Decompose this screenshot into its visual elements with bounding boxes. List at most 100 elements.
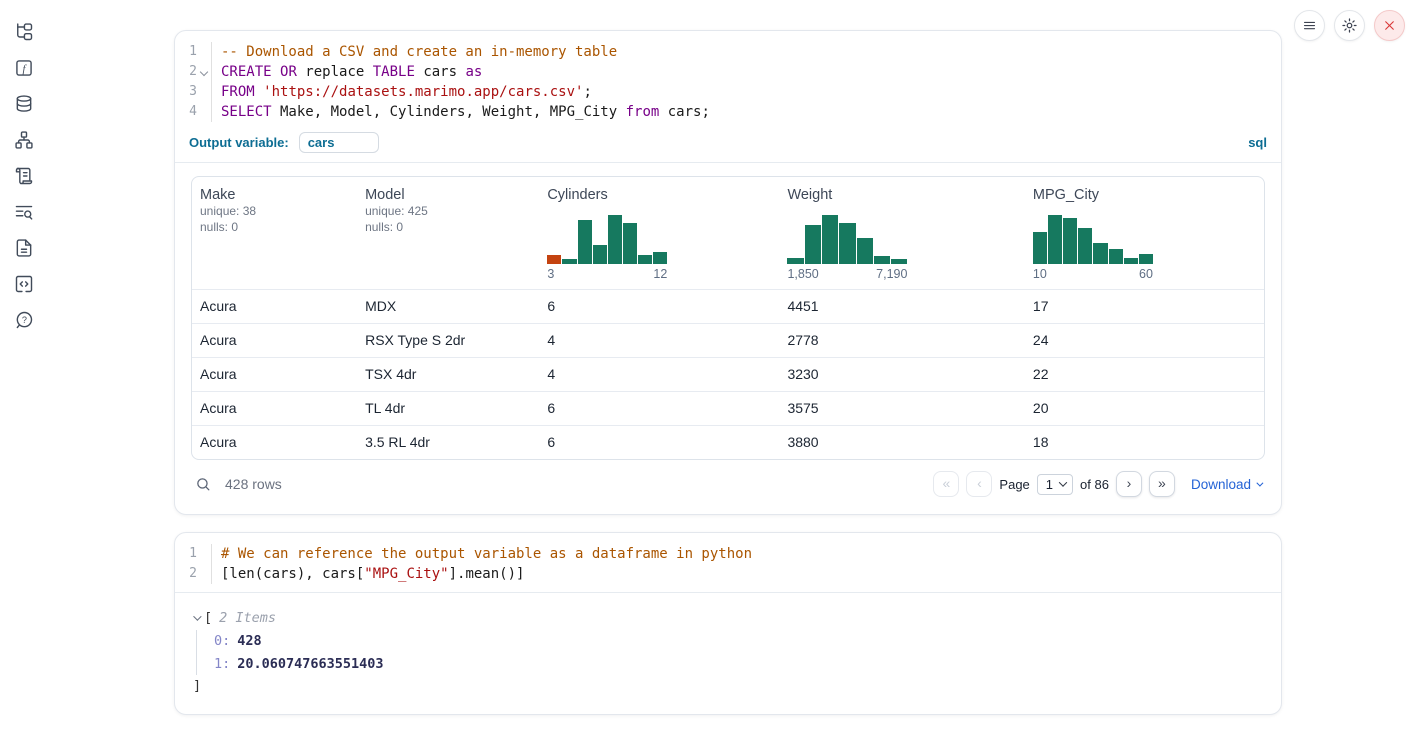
language-badge: sql	[1248, 135, 1267, 150]
last-page-button[interactable]: »	[1149, 471, 1175, 497]
code-text: -- Download a CSV and create an in-memor…	[211, 42, 1281, 62]
column-header-cylinders[interactable]: Cylinders312	[539, 177, 779, 289]
histogram-bar	[891, 259, 907, 264]
axis-max-label: 60	[1139, 267, 1153, 281]
line-number: 1	[175, 42, 197, 62]
code-token: ].mean()]	[449, 566, 525, 582]
scroll-icon[interactable]	[14, 166, 34, 186]
fold-chevron-icon[interactable]	[197, 62, 211, 82]
table-cell: TL 4dr	[357, 392, 539, 425]
table-row: AcuraRSX Type S 2dr4277824	[192, 323, 1264, 357]
download-button[interactable]: Download	[1191, 477, 1261, 492]
code-snippet-icon[interactable]	[14, 274, 34, 294]
column-header-model[interactable]: Modelunique: 425nulls: 0	[357, 177, 539, 289]
histogram-bar	[653, 252, 667, 264]
chevron-down-icon	[1256, 479, 1263, 486]
line-number: 2	[175, 62, 197, 82]
code-token: [len(cars), cars[	[221, 566, 364, 582]
search-button[interactable]	[195, 476, 212, 493]
column-header-weight[interactable]: Weight 1,8507,190	[779, 177, 1024, 289]
python-code-editor[interactable]: 1# We can reference the output variable …	[175, 533, 1281, 593]
database-icon[interactable]	[14, 94, 34, 114]
prev-page-button[interactable]: ‹	[966, 471, 992, 497]
table-cell: MDX	[357, 290, 539, 323]
code-token: cars;	[659, 104, 710, 120]
table-cell: 24	[1025, 324, 1264, 357]
column-name: Weight	[787, 187, 1016, 203]
page-label: Page	[999, 477, 1029, 492]
code-token: FROM	[221, 84, 255, 100]
fold-spacer	[197, 102, 211, 122]
histogram-bar	[578, 220, 592, 264]
histogram-axis: 1,8507,190	[787, 267, 907, 281]
column-stat: nulls: 0	[200, 219, 349, 235]
dependency-graph-icon[interactable]	[14, 130, 34, 150]
code-line: 1# We can reference the output variable …	[175, 544, 1281, 564]
fold-spacer	[197, 82, 211, 102]
table-cell: 4451	[779, 290, 1024, 323]
help-icon[interactable]: ?	[14, 310, 34, 330]
table-cell: Acura	[192, 426, 357, 459]
table-header-row: Makeunique: 38nulls: 0Modelunique: 425nu…	[192, 177, 1264, 289]
column-header-mpg_city[interactable]: MPG_City1060	[1025, 177, 1264, 289]
document-icon[interactable]	[14, 238, 34, 258]
code-line: 3FROM 'https://datasets.marimo.app/cars.…	[175, 82, 1281, 102]
code-line: 1 -- Download a CSV and create an in-memo…	[175, 42, 1281, 62]
histogram-bar	[805, 225, 821, 264]
menu-button[interactable]	[1294, 10, 1325, 41]
output-variable-input[interactable]	[299, 132, 379, 153]
table-cell: 6	[539, 426, 779, 459]
list-search-icon[interactable]	[14, 202, 34, 222]
histogram-bar	[1033, 232, 1047, 264]
table-row: AcuraTSX 4dr4323022	[192, 357, 1264, 391]
column-histogram	[547, 212, 667, 264]
fold-spacer	[197, 564, 211, 584]
next-page-button[interactable]: ›	[1116, 471, 1142, 497]
histogram-bar	[1063, 218, 1077, 264]
sql-cell: 1 -- Download a CSV and create an in-memo…	[174, 30, 1282, 515]
table-cell: Acura	[192, 392, 357, 425]
sql-code-editor[interactable]: 1 -- Download a CSV and create an in-memo…	[175, 31, 1281, 130]
chevron-down-icon	[1059, 478, 1067, 486]
python-cell: 1# We can reference the output variable …	[174, 532, 1282, 715]
code-token: OR	[280, 64, 297, 80]
axis-max-label: 7,190	[876, 267, 907, 281]
axis-min-label: 3	[547, 267, 554, 281]
code-token: 'https://datasets.marimo.app/cars.csv'	[263, 84, 583, 100]
column-name: Model	[365, 187, 531, 203]
code-token: ;	[583, 84, 591, 100]
page-select[interactable]: 1	[1037, 474, 1073, 495]
table-cell: 3575	[779, 392, 1024, 425]
hamburger-icon	[1302, 18, 1317, 33]
settings-button[interactable]	[1334, 10, 1365, 41]
list-item-key: 1:	[214, 656, 230, 672]
code-token: "MPG_City"	[364, 566, 448, 582]
table-cell: Acura	[192, 290, 357, 323]
column-stat: unique: 425	[365, 203, 531, 219]
first-page-button[interactable]: «	[933, 471, 959, 497]
histogram-bar	[822, 215, 838, 264]
notebook-actions	[1294, 10, 1405, 41]
histogram-bar	[1109, 249, 1123, 264]
shutdown-button[interactable]	[1374, 10, 1405, 41]
file-tree-icon[interactable]	[14, 22, 34, 42]
histogram-bar	[562, 259, 576, 264]
svg-text:?: ?	[22, 315, 27, 325]
table-cell: 20	[1025, 392, 1264, 425]
row-count: 428 rows	[225, 476, 282, 492]
code-token: # We can reference the output variable a…	[221, 546, 752, 562]
open-bracket: [	[204, 610, 212, 626]
histogram-bar	[787, 258, 803, 264]
column-histogram	[787, 212, 907, 264]
gear-icon	[1341, 17, 1358, 34]
chevron-down-icon[interactable]	[193, 612, 201, 620]
code-token	[255, 84, 263, 100]
histogram-axis: 312	[547, 267, 667, 281]
column-header-make[interactable]: Makeunique: 38nulls: 0	[192, 177, 357, 289]
table-row: Acura3.5 RL 4dr6388018	[192, 425, 1264, 459]
output-variable-label: Output variable:	[189, 135, 289, 150]
data-table: Makeunique: 38nulls: 0Modelunique: 425nu…	[191, 176, 1265, 460]
functions-icon[interactable]: f	[14, 58, 34, 78]
code-token: CREATE	[221, 64, 272, 80]
list-output-header: [ 2 Items	[193, 610, 1263, 626]
